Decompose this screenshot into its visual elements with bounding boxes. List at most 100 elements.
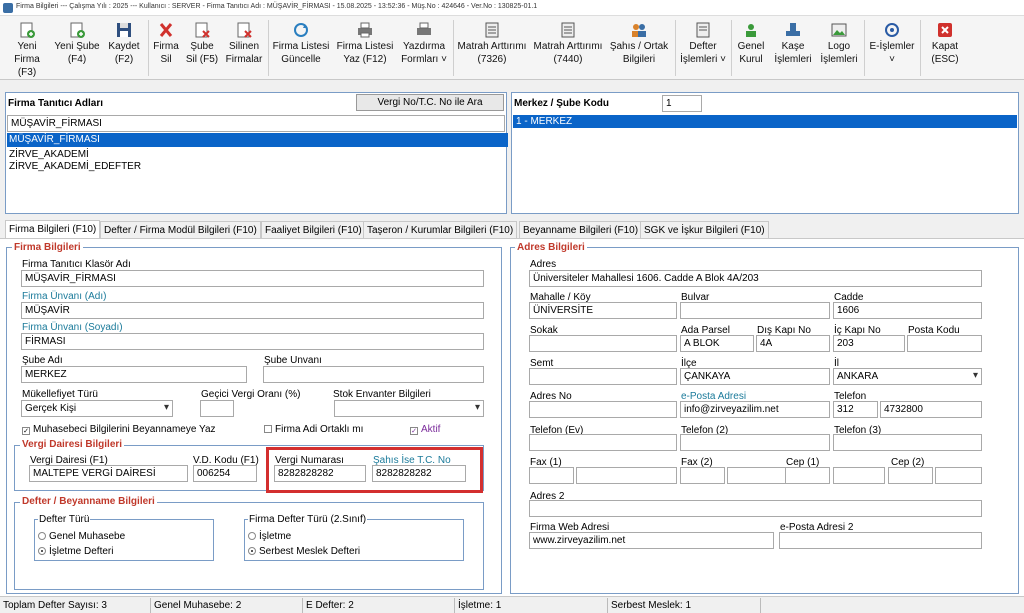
adres-input[interactable]: Üniversiteler Mahallesi 1606. Cadde A Bl… [529, 270, 982, 287]
radio-isletme[interactable]: İşletme [248, 531, 291, 542]
branch-list-item-selected[interactable] [513, 115, 1017, 128]
status-separator [302, 598, 303, 613]
ic-kapi-input[interactable]: 203 [833, 335, 905, 352]
cep1-input[interactable] [833, 467, 885, 484]
deleted-firms-button[interactable]: Silinen Firmalar [222, 22, 266, 78]
ortakli-checkbox[interactable]: Firma Adi Ortaklı mı [264, 424, 363, 435]
refresh-icon [294, 23, 308, 37]
aktif-checkbox[interactable]: ✓ Aktif [410, 424, 440, 435]
matrah-7326-button[interactable]: Matrah Arttırımı (7326) [455, 22, 529, 78]
eposta2-input[interactable] [779, 532, 982, 549]
gecici-vergi-label: Geçici Vergi Oranı (%) [201, 389, 301, 400]
tab-firma-bilgileri[interactable]: Firma Bilgileri (F10) [5, 220, 101, 238]
firm-list-item[interactable]: ZİRVE_AKADEMİ [9, 149, 89, 160]
defter-group-title: Defter / Beyanname Bilgileri [20, 496, 157, 507]
refresh-firm-list-button[interactable]: Firma Listesi Güncelle [270, 22, 332, 78]
ilce-input[interactable]: ÇANKAYA [680, 368, 830, 385]
radio-isletme-defteri[interactable]: İşletme Defteri [38, 546, 113, 557]
vd-kodu-input[interactable]: 006254 [193, 465, 257, 482]
branch-panel [511, 92, 1019, 214]
cep1-code-input[interactable] [785, 467, 830, 484]
new-branch-icon [70, 22, 85, 38]
adres2-input[interactable] [529, 500, 982, 517]
sube-adi-input[interactable]: MERKEZ [21, 366, 247, 383]
unvan-soyadi-input[interactable]: FİRMASI [21, 333, 484, 350]
close-button[interactable]: Kapat (ESC) [924, 22, 966, 78]
radio-icon [38, 532, 46, 540]
fax1-input[interactable] [576, 467, 677, 484]
delete-firm-button[interactable]: Firma Sil [150, 22, 182, 78]
posta-kodu-input[interactable] [907, 335, 982, 352]
sokak-input[interactable] [529, 335, 677, 352]
fax1-code-input[interactable] [529, 467, 574, 484]
telefon-number-input[interactable]: 4732800 [880, 401, 982, 418]
tab-beyanname[interactable]: Beyanname Bilgileri (F10) [519, 221, 643, 238]
semt-input[interactable] [529, 368, 677, 385]
search-by-tax-no-button[interactable]: Vergi No/T.C. No ile Ara [356, 94, 504, 111]
radio-genel-muhasebe[interactable]: Genel Muhasebe [38, 531, 125, 542]
branch-code-input[interactable]: 1 [662, 95, 702, 112]
il-select[interactable]: ANKARA [833, 368, 982, 385]
e-operations-button[interactable]: E-İşlemler ˅ [866, 22, 918, 78]
new-branch-button[interactable]: Yeni Şube (F4) [54, 22, 100, 78]
tc-no-input[interactable]: 8282828282 [372, 465, 466, 482]
tab-sgk-iskur[interactable]: SGK ve İşkur Bilgileri (F10) [640, 221, 769, 238]
general-assembly-button[interactable]: Genel Kurul [733, 22, 769, 78]
vergi-dairesi-input[interactable]: MALTEPE VERGİ DAİRESİ [29, 465, 188, 482]
status-bar: Toplam Defter Sayısı: 3 Genel Muhasebe: … [0, 596, 1024, 613]
mahalle-input[interactable]: ÜNİVERSİTE [529, 302, 677, 319]
firm-filter-input[interactable]: MÜŞAVİR_FİRMASI [7, 115, 505, 132]
checkbox-checked-icon: ✓ [410, 427, 418, 435]
sube-unvani-input[interactable] [263, 366, 484, 383]
print-firm-list-button[interactable]: Firma Listesi Yaz (F12) [334, 22, 396, 78]
tab-faaliyet[interactable]: Faaliyet Bilgileri (F10) [261, 221, 366, 238]
tel-ev-input[interactable] [529, 434, 677, 451]
cep2-input[interactable] [935, 467, 982, 484]
toolbar-separator [268, 20, 269, 76]
tab-taseron[interactable]: Taşeron / Kurumlar Bilgileri (F10) [363, 221, 518, 238]
bulvar-input[interactable] [680, 302, 830, 319]
dis-kapi-input[interactable]: 4A [756, 335, 830, 352]
fax2-code-input[interactable] [680, 467, 725, 484]
firma-defter-turu-title: Firma Defter Türü (2.Sınıf) [248, 514, 368, 525]
telefon-area-code-input[interactable]: 312 [833, 401, 878, 418]
radio-serbest-meslek[interactable]: Serbest Meslek Defteri [248, 546, 360, 557]
stok-select[interactable] [334, 400, 484, 417]
branch-list-item: 1 - MERKEZ [516, 116, 573, 127]
sube-adi-label: Şube Adı [22, 355, 63, 366]
print-forms-button[interactable]: Yazdırma Formları ˅ [398, 22, 450, 78]
new-document-icon [20, 22, 35, 38]
assembly-icon [746, 24, 756, 37]
firm-list-item[interactable]: ZİRVE_AKADEMİ_EDEFTER [9, 161, 141, 172]
delete-branch-button[interactable]: Şube Sil (F5) [184, 22, 220, 78]
status-genel: Genel Muhasebe: 2 [154, 600, 242, 611]
ledger-operations-button[interactable]: Defter İşlemleri ˅ [677, 22, 729, 78]
people-icon [632, 24, 646, 37]
adres-label: Adres [530, 259, 557, 270]
delete-document-icon [195, 22, 210, 38]
cep2-code-input[interactable] [888, 467, 933, 484]
partners-button[interactable]: Şahıs / Ortak Bilgileri [607, 22, 671, 78]
tab-defter-modul[interactable]: Defter / Firma Modül Bilgileri (F10) [100, 221, 261, 238]
new-firm-button[interactable]: Yeni Firma (F3) [4, 22, 50, 78]
klasor-input[interactable]: MÜŞAVİR_FİRMASI [21, 270, 484, 287]
unvan-adi-input[interactable]: MÜŞAVİR [21, 302, 484, 319]
stamp-button[interactable]: Kaşe İşlemleri [771, 22, 815, 78]
gecici-vergi-input[interactable] [200, 400, 234, 417]
ada-parsel-input[interactable]: A BLOK [680, 335, 754, 352]
matrah-7440-button[interactable]: Matrah Arttırımı (7440) [531, 22, 605, 78]
toolbar: Yeni Firma (F3) Yeni Şube (F4) Kaydet (F… [0, 16, 1024, 80]
radio-selected-icon [38, 547, 46, 555]
branch-header: Merkez / Şube Kodu [514, 98, 610, 109]
tel3-input[interactable] [833, 434, 982, 451]
mukellef-select[interactable]: Gerçek Kişi [21, 400, 173, 417]
muhasebeci-checkbox[interactable]: ✓ Muhasebeci Bilgilerini Beyannameye Yaz [22, 424, 216, 435]
vergi-no-input[interactable]: 8282828282 [274, 465, 366, 482]
tel2-input[interactable] [680, 434, 830, 451]
cadde-input[interactable]: 1606 [833, 302, 982, 319]
eposta-input[interactable]: info@zirveyazilim.net [680, 401, 830, 418]
web-input[interactable]: www.zirveyazilim.net [529, 532, 774, 549]
logo-button[interactable]: Logo İşlemleri [817, 22, 861, 78]
adres-no-input[interactable] [529, 401, 677, 418]
save-button[interactable]: Kaydet (F2) [104, 22, 144, 78]
